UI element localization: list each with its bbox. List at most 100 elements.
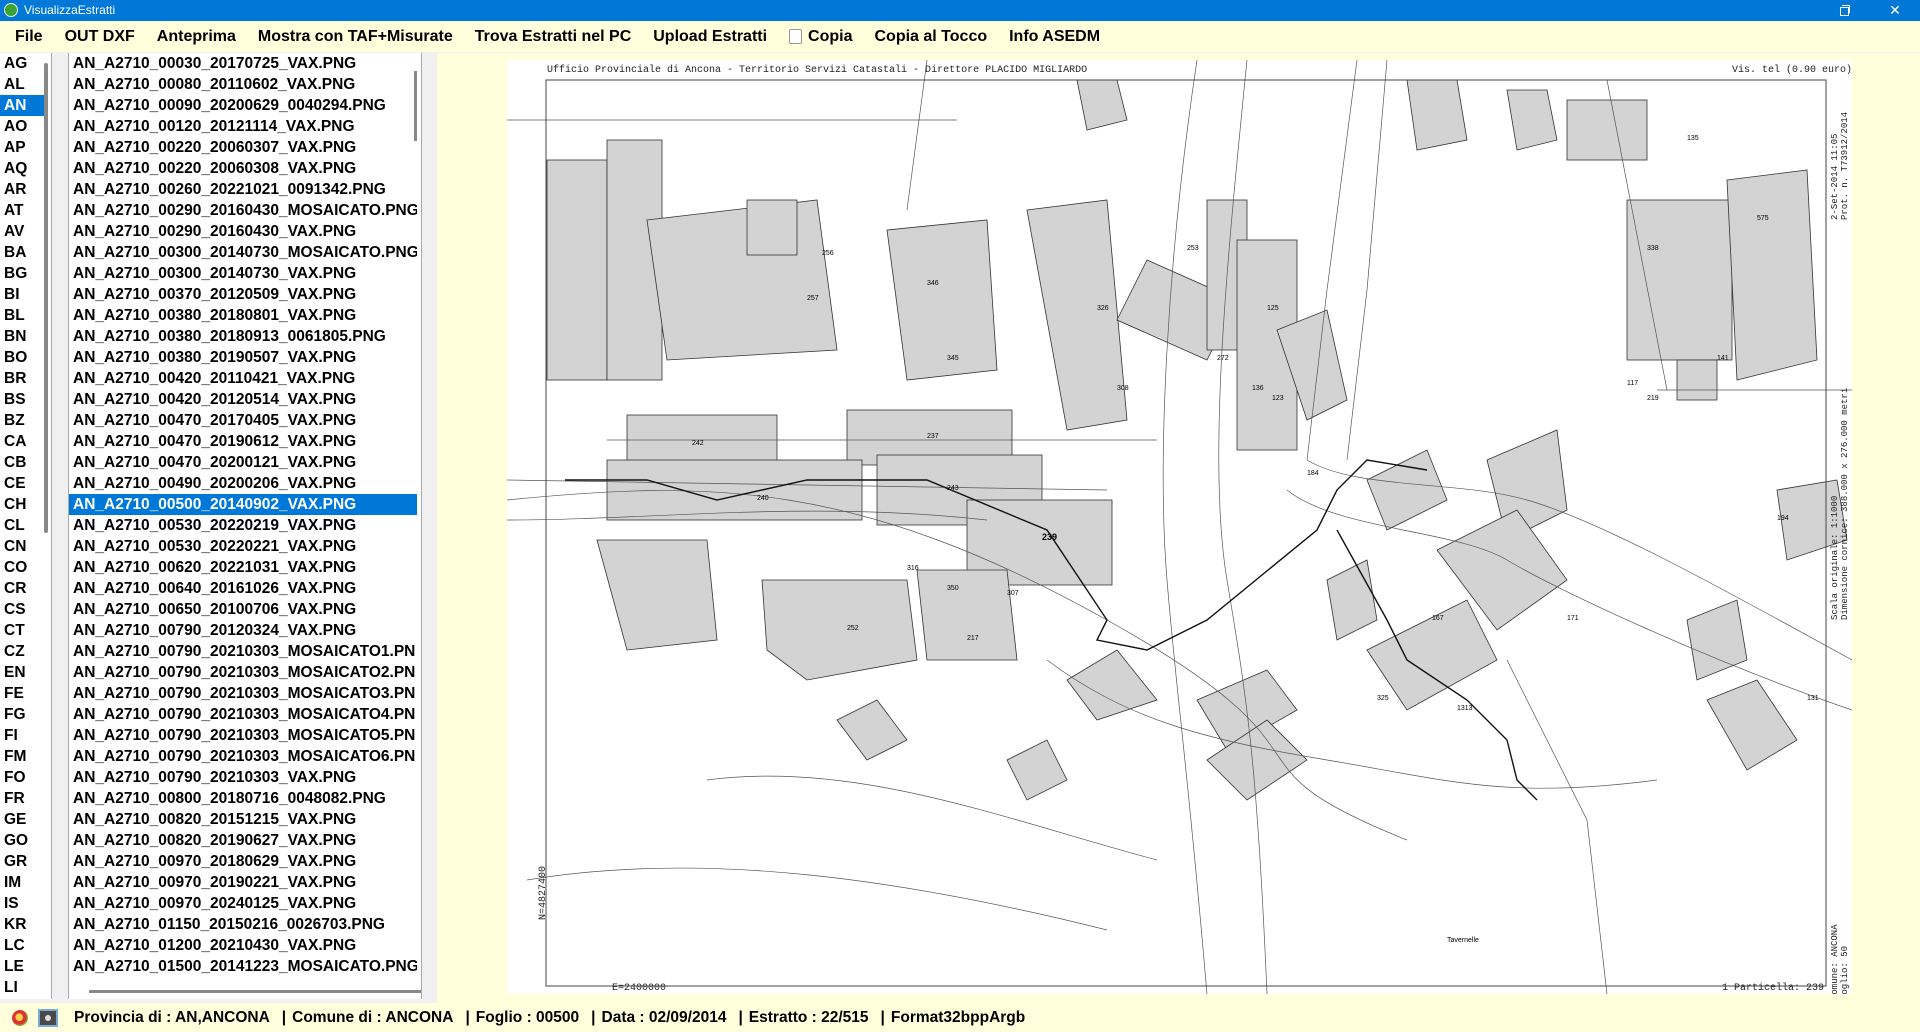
extract-file-item[interactable]: AN_A2710_00470_20170405_VAX.PNG (69, 410, 417, 431)
extract-file-item[interactable]: AN_A2710_01150_20150216_0026703.PNG (69, 914, 417, 935)
extract-file-list[interactable]: AN_A2710_00030_20170725_VAX.PNG AN_A2710_… (68, 53, 422, 999)
province-code-item[interactable]: BN (0, 326, 44, 347)
code-list-scrollbar[interactable] (44, 63, 48, 533)
province-code-item[interactable]: FM (0, 746, 44, 767)
extract-file-item[interactable]: AN_A2710_00380_20190507_VAX.PNG (69, 347, 417, 368)
extract-file-item[interactable]: AN_A2710_00790_20210303_MOSAICATO6.PN (69, 746, 417, 767)
extract-file-item[interactable]: AN_A2710_00030_20170725_VAX.PNG (69, 53, 417, 74)
extract-file-item[interactable]: AN_A2710_00380_20180913_0061805.PNG (69, 326, 417, 347)
menu-out-dxf[interactable]: OUT DXF (54, 28, 146, 46)
extract-file-item[interactable]: AN_A2710_00790_20210303_MOSAICATO2.PN (69, 662, 417, 683)
menu-info-asedm[interactable]: Info ASEDM (998, 28, 1111, 46)
province-code-item[interactable]: BA (0, 242, 44, 263)
copia-checkbox[interactable] (789, 29, 803, 44)
extract-file-item[interactable]: AN_A2710_00790_20210303_MOSAICATO3.PN (69, 683, 417, 704)
province-code-item[interactable]: AT (0, 200, 44, 221)
extract-file-item[interactable]: AN_A2710_00820_20190627_VAX.PNG (69, 830, 417, 851)
province-code-item[interactable]: CO (0, 557, 44, 578)
province-code-item[interactable]: GR (0, 851, 44, 872)
province-code-item[interactable]: BG (0, 263, 44, 284)
menu-trova-estratti-nel-pc[interactable]: Trova Estratti nel PC (464, 28, 643, 46)
province-code-item[interactable]: AL (0, 74, 44, 95)
province-code-item[interactable]: EN (0, 662, 44, 683)
extract-file-item[interactable]: AN_A2710_00300_20140730_VAX.PNG (69, 263, 417, 284)
extract-file-item[interactable]: AN_A2710_00470_20200121_VAX.PNG (69, 452, 417, 473)
province-code-item[interactable]: CE (0, 473, 44, 494)
province-code-item[interactable]: GO (0, 830, 44, 851)
province-code-item[interactable]: CT (0, 620, 44, 641)
extract-file-item[interactable]: AN_A2710_00290_20160430_MOSAICATO.PNG (69, 200, 417, 221)
province-code-item[interactable]: CZ (0, 641, 44, 662)
province-code-item[interactable]: BZ (0, 410, 44, 431)
province-code-item[interactable]: AR (0, 179, 44, 200)
province-code-item[interactable]: AQ (0, 158, 44, 179)
province-code-item[interactable]: LE (0, 956, 44, 977)
extract-file-item[interactable]: AN_A2710_00220_20060307_VAX.PNG (69, 137, 417, 158)
menu-copia-al-tocco[interactable]: Copia al Tocco (864, 28, 999, 46)
extract-file-item[interactable]: AN_A2710_00290_20160430_VAX.PNG (69, 221, 417, 242)
province-code-item[interactable]: BI (0, 284, 44, 305)
extract-file-item[interactable]: AN_A2710_00820_20151215_VAX.PNG (69, 809, 417, 830)
menu-copia[interactable]: Copia (778, 28, 863, 46)
province-code-item[interactable]: LC (0, 935, 44, 956)
extract-file-item[interactable]: AN_A2710_00420_20110421_VAX.PNG (69, 368, 417, 389)
province-code-item[interactable]: BO (0, 347, 44, 368)
province-code-item[interactable]: CR (0, 578, 44, 599)
extract-file-item[interactable]: AN_A2710_00080_20110602_VAX.PNG (69, 74, 417, 95)
camera-icon[interactable] (38, 1008, 58, 1027)
province-code-item[interactable]: AO (0, 116, 44, 137)
province-code-item[interactable]: BR (0, 368, 44, 389)
extract-file-item[interactable]: AN_A2710_00370_20120509_VAX.PNG (69, 284, 417, 305)
extract-file-item[interactable]: AN_A2710_00470_20190612_VAX.PNG (69, 431, 417, 452)
province-code-item[interactable]: IS (0, 893, 44, 914)
extract-file-item[interactable]: AN_A2710_00800_20180716_0048082.PNG (69, 788, 417, 809)
province-code-item[interactable]: AP (0, 137, 44, 158)
extract-file-item[interactable]: AN_A2710_00970_20240125_VAX.PNG (69, 893, 417, 914)
province-code-item[interactable]: CH (0, 494, 44, 515)
extract-file-item[interactable]: AN_A2710_00650_20100706_VAX.PNG (69, 599, 417, 620)
province-code-item[interactable]: AV (0, 221, 44, 242)
province-code-list[interactable]: AG AL AN AO AP AQ AR AT AV BA BG BI BL BN BO BR BS BZ CA CB… (0, 53, 52, 999)
menu-anteprima[interactable]: Anteprima (146, 28, 247, 46)
extract-file-item[interactable]: AN_A2710_00970_20180629_VAX.PNG (69, 851, 417, 872)
province-code-item[interactable]: CL (0, 515, 44, 536)
province-code-item[interactable]: IM (0, 872, 44, 893)
extract-file-item[interactable]: AN_A2710_00090_20200629_0040294.PNG (69, 95, 417, 116)
close-icon[interactable]: ✕ (1880, 0, 1910, 21)
province-code-item[interactable]: GE (0, 809, 44, 830)
province-code-item[interactable]: FO (0, 767, 44, 788)
extract-file-item[interactable]: AN_A2710_00380_20180801_VAX.PNG (69, 305, 417, 326)
province-code-item[interactable]: CN (0, 536, 44, 557)
province-code-item[interactable]: FE (0, 683, 44, 704)
extract-file-item[interactable]: AN_A2710_00500_20140902_VAX.PNG (69, 494, 417, 515)
extract-file-item[interactable]: AN_A2710_00790_20210303_MOSAICATO5.PN (69, 725, 417, 746)
extract-file-item[interactable]: AN_A2710_01200_20210430_VAX.PNG (69, 935, 417, 956)
province-code-item[interactable]: CS (0, 599, 44, 620)
province-code-item[interactable]: CA (0, 431, 44, 452)
extract-file-item[interactable]: AN_A2710_00220_20060308_VAX.PNG (69, 158, 417, 179)
globe-icon[interactable] (12, 1009, 28, 1026)
extract-file-item[interactable]: AN_A2710_00530_20220219_VAX.PNG (69, 515, 417, 536)
extract-file-item[interactable]: AN_A2710_00300_20140730_MOSAICATO.PNG (69, 242, 417, 263)
province-code-item[interactable]: AN (0, 95, 44, 116)
menu-mostra-con-taf-misurate[interactable]: Mostra con TAF+Misurate (247, 28, 464, 46)
province-code-item[interactable]: CB (0, 452, 44, 473)
restore-icon[interactable] (1830, 0, 1860, 21)
extract-file-item[interactable]: AN_A2710_00790_20210303_MOSAICATO1.PN (69, 641, 417, 662)
extract-file-item[interactable]: AN_A2710_00790_20210303_MOSAICATO4.PN (69, 704, 417, 725)
extract-file-item[interactable]: AN_A2710_00970_20190221_VAX.PNG (69, 872, 417, 893)
province-code-item[interactable]: FI (0, 725, 44, 746)
extract-file-item[interactable]: AN_A2710_00490_20200206_VAX.PNG (69, 473, 417, 494)
province-code-item[interactable]: KR (0, 914, 44, 935)
extract-file-item[interactable]: AN_A2710_00640_20161026_VAX.PNG (69, 578, 417, 599)
menu-file[interactable]: File (0, 28, 54, 46)
province-code-item[interactable]: LI (0, 977, 44, 998)
province-code-item[interactable]: FG (0, 704, 44, 725)
extract-file-item[interactable]: AN_A2710_00260_20221021_0091342.PNG (69, 179, 417, 200)
province-code-item[interactable]: BL (0, 305, 44, 326)
extract-file-item[interactable]: AN_A2710_01500_20141223_MOSAICATO.PNG (69, 956, 417, 977)
extract-file-item[interactable]: AN_A2710_00620_20221031_VAX.PNG (69, 557, 417, 578)
extract-file-item[interactable]: AN_A2710_00420_20120514_VAX.PNG (69, 389, 417, 410)
file-list-vscrollbar[interactable] (414, 71, 417, 141)
extract-file-item[interactable]: AN_A2710_00120_20121114_VAX.PNG (69, 116, 417, 137)
